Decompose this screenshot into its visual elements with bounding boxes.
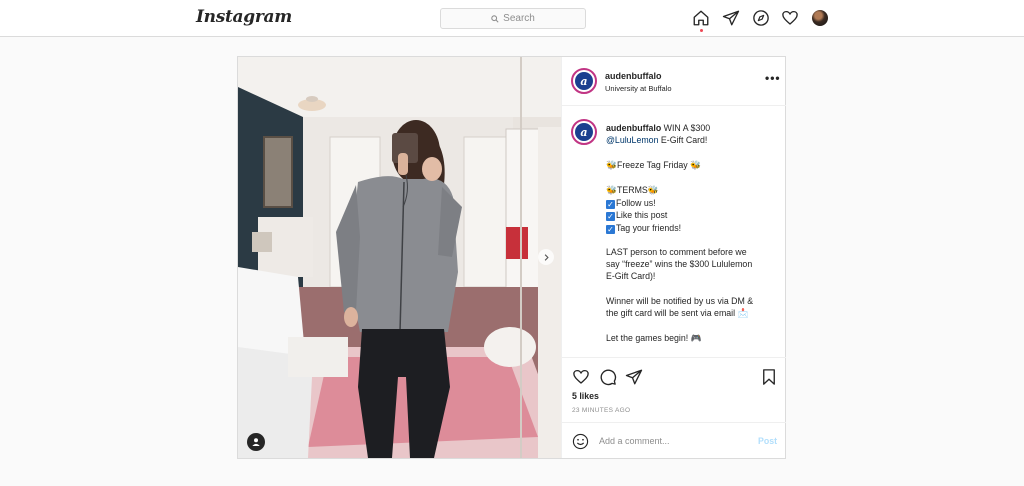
post-comment-button[interactable]: Post — [758, 436, 777, 446]
add-comment-bar: Post — [562, 422, 786, 459]
post-card: a audenbuffalo University at Buffalo •••… — [237, 56, 786, 459]
top-navigation: Instagram Search — [0, 0, 1024, 37]
checkmark-icon: ✓ — [606, 200, 615, 210]
post-timestamp[interactable]: 23 MINUTES AGO — [572, 407, 630, 414]
caption-para3: Let the games begin! — [606, 333, 689, 344]
caption-term3: Tag your friends! — [616, 222, 682, 233]
caption-line1: WIN A $300 — [661, 123, 711, 133]
caption-freeze: Freeze Tag Friday — [616, 159, 688, 170]
save-bookmark-icon[interactable] — [760, 368, 778, 386]
search-icon — [491, 14, 499, 23]
search-placeholder: Search — [503, 13, 535, 24]
likes-count[interactable]: 5 likes — [572, 391, 599, 401]
comment-bubble-icon[interactable] — [599, 368, 617, 386]
checkmark-icon: ✓ — [606, 212, 615, 222]
post-header: a audenbuffalo University at Buffalo ••• — [562, 57, 786, 106]
caption-para2b: the gift card will be sent via email — [606, 307, 736, 318]
caption-para1b: say “freeze” wins the $300 Lululemon — [606, 259, 753, 270]
profile-avatar[interactable] — [812, 10, 828, 26]
game-emoji-icon: 🎮 — [690, 334, 702, 345]
share-icon[interactable] — [625, 368, 643, 386]
comment-input[interactable] — [599, 432, 749, 450]
direct-message-icon[interactable] — [722, 9, 740, 27]
explore-compass-icon[interactable] — [752, 9, 770, 27]
post-actions: 5 likes 23 MINUTES AGO — [562, 357, 786, 416]
next-photo-button[interactable] — [538, 249, 554, 265]
bee-emoji-icon: 🐝 — [606, 185, 617, 196]
caption-line2: E-Gift Card! — [658, 135, 708, 146]
caption-mention-link[interactable]: @LuluLemon — [606, 135, 658, 145]
mirror-selfie-image — [238, 57, 561, 458]
tagged-users-button[interactable] — [247, 433, 265, 451]
caption-para1c: E-Gift Card)! — [606, 271, 656, 282]
caption-para1a: LAST person to comment before we — [606, 246, 747, 257]
bee-emoji-icon: 🐝 — [690, 160, 702, 171]
activity-heart-icon[interactable] — [781, 9, 799, 27]
emoji-smile-icon[interactable] — [572, 433, 589, 450]
home-icon[interactable] — [692, 9, 710, 27]
more-options-button[interactable]: ••• — [765, 72, 781, 84]
caption-terms: TERMS — [616, 184, 648, 195]
post-author-avatar[interactable]: a — [571, 68, 597, 94]
caption-para2a: Winner will be notified by us via DM & — [606, 295, 754, 306]
like-heart-icon[interactable] — [572, 368, 590, 386]
caption-avatar-letter: a — [575, 123, 593, 141]
search-input[interactable]: Search — [440, 8, 586, 29]
caption-section: a audenbuffalo WIN A $300 @LuluLemon E-G… — [562, 106, 786, 355]
post-author-username[interactable]: audenbuffalo — [605, 71, 662, 81]
checkmark-icon: ✓ — [606, 224, 615, 234]
post-photo[interactable] — [238, 57, 561, 458]
chevron-right-icon — [544, 253, 549, 261]
post-location[interactable]: University at Buffalo — [605, 84, 672, 93]
user-icon — [252, 438, 260, 446]
caption-author-avatar[interactable]: a — [571, 119, 597, 145]
post-caption: audenbuffalo WIN A $300 @LuluLemon E-Gif… — [606, 122, 778, 355]
caption-term2: Like this post — [616, 210, 668, 221]
author-avatar-letter: a — [575, 72, 593, 90]
post-sidebar: a audenbuffalo University at Buffalo •••… — [561, 57, 786, 458]
caption-username[interactable]: audenbuffalo — [606, 123, 661, 133]
home-active-indicator — [700, 29, 703, 32]
caption-term1: Follow us! — [616, 198, 656, 209]
bee-emoji-icon: 🐝 — [647, 185, 659, 196]
bee-emoji-icon: 🐝 — [606, 160, 617, 171]
envelope-emoji-icon: 📩 — [737, 308, 749, 319]
instagram-logo[interactable]: Instagram — [196, 7, 292, 27]
